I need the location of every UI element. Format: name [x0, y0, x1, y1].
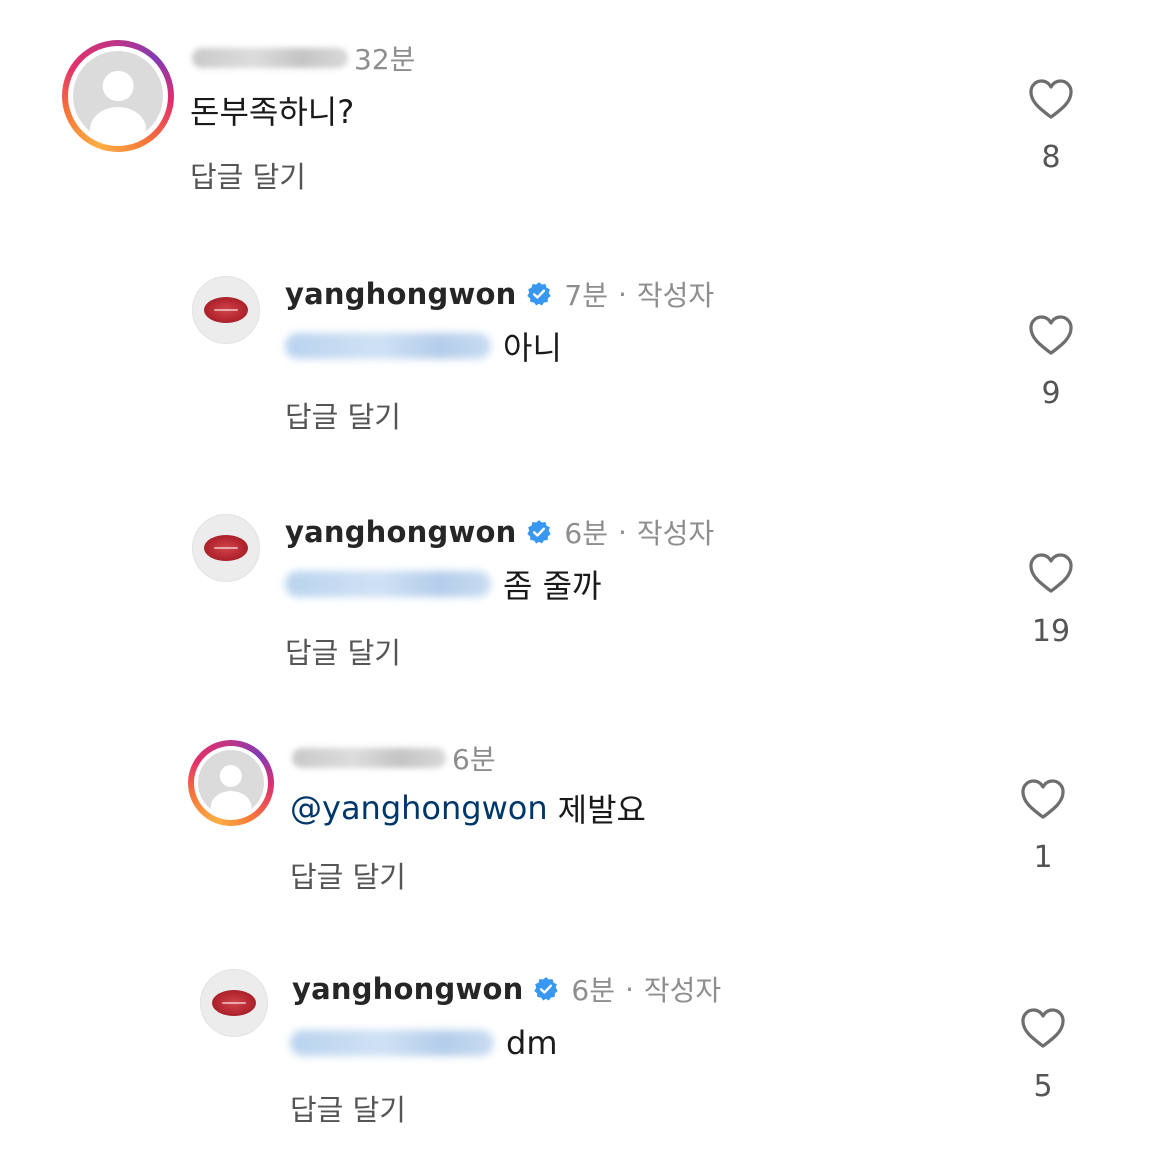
comment-text: 아니 [285, 324, 562, 368]
comment-meta: yanghongwon 7분 · 작성자 [285, 274, 714, 314]
blurred-username[interactable] [192, 48, 348, 68]
like-count: 1 [1033, 840, 1053, 875]
commenter-avatar[interactable] [188, 740, 274, 826]
logo-icon [203, 534, 249, 562]
comment-time: 7분 [564, 279, 608, 312]
comment-text: 좀 줄까 [285, 562, 602, 606]
owner-avatar[interactable] [192, 276, 260, 344]
reply-button[interactable]: 답글 달기 [190, 154, 306, 196]
comment-text: @yanghongwon 제발요 [290, 786, 646, 830]
separator-dot: · [618, 277, 627, 311]
comment-thread: 32분 돈부족하니? 답글 달기 8 yanghongwon 7분 · 작성자 [0, 0, 1170, 1170]
logo-icon [203, 296, 249, 324]
separator-dot: · [625, 972, 634, 1006]
heart-outline-icon[interactable] [1028, 314, 1074, 356]
mention-link[interactable]: @yanghongwon [290, 789, 548, 827]
logo-icon [211, 989, 257, 1017]
reply-item: 6분 @yanghongwon 제발요 답글 달기 1 [0, 718, 1170, 918]
comment-time: 6분 [452, 743, 496, 776]
comment-body-text: dm [506, 1024, 558, 1062]
author-tag: 작성자 [636, 279, 715, 312]
owner-avatar[interactable] [192, 514, 260, 582]
like-control: 9 [1021, 314, 1081, 411]
heart-outline-icon[interactable] [1020, 778, 1066, 820]
comment-meta: 32분 [192, 38, 415, 78]
blurred-mention[interactable] [285, 571, 491, 597]
comment-time: 6분 [564, 517, 608, 550]
reply-button[interactable]: 답글 달기 [285, 394, 401, 436]
like-control: 19 [1021, 552, 1081, 649]
author-tag: 작성자 [643, 974, 722, 1007]
verified-badge-icon [527, 520, 552, 544]
default-avatar-icon [73, 51, 163, 141]
comment-text: 돈부족하니? [190, 88, 354, 132]
like-control: 8 [1021, 78, 1081, 175]
author-tag: 작성자 [636, 517, 715, 550]
commenter-avatar[interactable] [62, 40, 174, 152]
reply-button[interactable]: 답글 달기 [290, 854, 406, 896]
blurred-mention[interactable] [285, 333, 491, 359]
comment-meta: 6분 [292, 738, 496, 778]
blurred-mention[interactable] [290, 1030, 494, 1056]
blurred-username[interactable] [292, 748, 446, 768]
comment-body-text: 제발요 [557, 791, 646, 829]
comment-time: 32분 [354, 43, 416, 76]
heart-outline-icon[interactable] [1020, 1007, 1066, 1049]
reply-button[interactable]: 답글 달기 [290, 1087, 406, 1129]
like-count: 9 [1041, 376, 1061, 411]
default-avatar-icon [198, 750, 264, 816]
heart-outline-icon[interactable] [1028, 78, 1074, 120]
like-count: 8 [1041, 140, 1061, 175]
verified-badge-icon [534, 977, 559, 1001]
heart-outline-icon[interactable] [1028, 552, 1074, 594]
reply-button[interactable]: 답글 달기 [285, 630, 401, 672]
like-count: 5 [1033, 1069, 1053, 1104]
owner-avatar[interactable] [200, 969, 268, 1037]
comment-body-text: 아니 [503, 329, 562, 367]
username[interactable]: yanghongwon [285, 277, 516, 311]
verified-badge-icon [527, 282, 552, 306]
comment-time: 6분 [571, 974, 615, 1007]
reply-item: yanghongwon 6분 · 작성자 좀 줄까 답글 달기 19 [0, 478, 1170, 678]
like-control: 5 [1013, 1007, 1073, 1104]
comment-meta: yanghongwon 6분 · 작성자 [285, 512, 714, 552]
like-control: 1 [1013, 778, 1073, 875]
comment-meta: yanghongwon 6분 · 작성자 [292, 969, 721, 1009]
reply-item: yanghongwon 6분 · 작성자 dm 답글 달기 5 [0, 935, 1170, 1135]
username[interactable]: yanghongwon [285, 515, 516, 549]
comment-text: dm [290, 1021, 557, 1065]
comment-body-text: 좀 줄까 [503, 567, 602, 605]
comment-item: 32분 돈부족하니? 답글 달기 8 [0, 0, 1170, 200]
reply-item: yanghongwon 7분 · 작성자 아니 답글 달기 9 [0, 240, 1170, 440]
like-count: 19 [1031, 614, 1071, 649]
separator-dot: · [618, 515, 627, 549]
username[interactable]: yanghongwon [292, 972, 523, 1006]
comment-body-text: 돈부족하니? [190, 93, 355, 131]
